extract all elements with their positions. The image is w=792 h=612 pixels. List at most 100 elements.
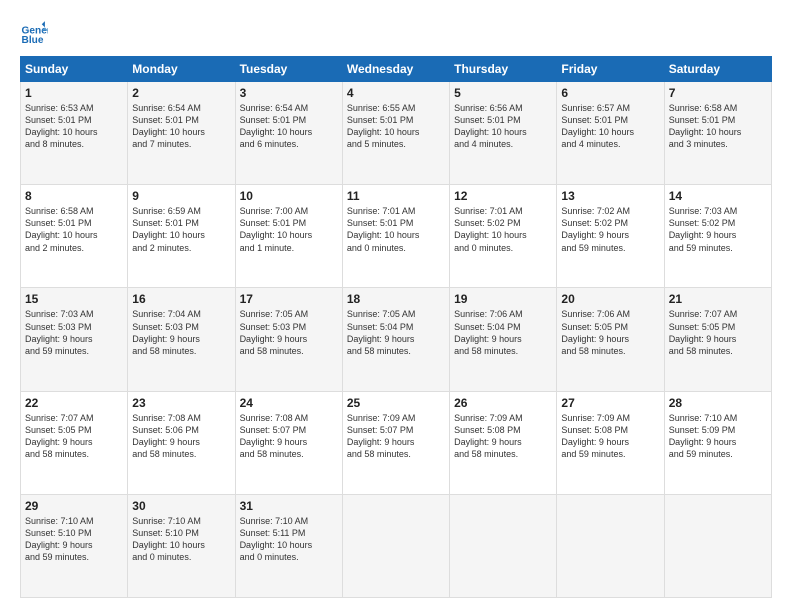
day-info: Sunrise: 6:57 AM Sunset: 5:01 PM Dayligh… [561,102,659,151]
day-number: 22 [25,396,123,410]
calendar-day-cell [557,494,664,597]
calendar-day-cell: 3 Sunrise: 6:54 AM Sunset: 5:01 PM Daylig… [235,82,342,185]
day-number: 19 [454,292,552,306]
svg-text:Blue: Blue [22,35,44,46]
calendar-day-cell: 7 Sunrise: 6:58 AM Sunset: 5:01 PM Daylig… [664,82,771,185]
day-number: 2 [132,86,230,100]
calendar-week-row: 8Sunrise: 6:58 AM Sunset: 5:01 PM Daylig… [21,185,772,288]
day-info: Sunrise: 7:07 AM Sunset: 5:05 PM Dayligh… [669,308,767,357]
logo-icon: General Blue [20,18,48,46]
calendar-day-cell: 30 Sunrise: 7:10 AM Sunset: 5:10 PM Dayli… [128,494,235,597]
day-number: 8 [25,189,123,203]
calendar-day-cell [342,494,449,597]
day-info: Sunrise: 6:53 AM Sunset: 5:01 PM Dayligh… [25,102,123,151]
calendar-week-row: 29 Sunrise: 7:10 AM Sunset: 5:10 PM Dayli… [21,494,772,597]
day-info: Sunrise: 7:09 AM Sunset: 5:08 PM Dayligh… [454,412,552,461]
calendar-day-cell: 24Sunrise: 7:08 AM Sunset: 5:07 PM Dayli… [235,391,342,494]
day-number: 28 [669,396,767,410]
day-number: 9 [132,189,230,203]
calendar-day-cell: 15 Sunrise: 7:03 AM Sunset: 5:03 PM Dayli… [21,288,128,391]
weekday-header: Tuesday [235,57,342,82]
day-number: 10 [240,189,338,203]
day-info: Sunrise: 7:06 AM Sunset: 5:05 PM Dayligh… [561,308,659,357]
calendar-day-cell: 27 Sunrise: 7:09 AM Sunset: 5:08 PM Dayli… [557,391,664,494]
day-info: Sunrise: 6:59 AM Sunset: 5:01 PM Dayligh… [132,205,230,254]
calendar-day-cell: 9 Sunrise: 6:59 AM Sunset: 5:01 PM Daylig… [128,185,235,288]
day-info: Sunrise: 7:06 AM Sunset: 5:04 PM Dayligh… [454,308,552,357]
calendar-day-cell: 20 Sunrise: 7:06 AM Sunset: 5:05 PM Dayli… [557,288,664,391]
calendar-header-row: SundayMondayTuesdayWednesdayThursdayFrid… [21,57,772,82]
calendar-day-cell: 26 Sunrise: 7:09 AM Sunset: 5:08 PM Dayli… [450,391,557,494]
calendar-day-cell: 19 Sunrise: 7:06 AM Sunset: 5:04 PM Dayli… [450,288,557,391]
calendar-day-cell: 22 Sunrise: 7:07 AM Sunset: 5:05 PM Dayli… [21,391,128,494]
day-number: 6 [561,86,659,100]
calendar-day-cell: 25 Sunrise: 7:09 AM Sunset: 5:07 PM Dayli… [342,391,449,494]
calendar-day-cell: 18 Sunrise: 7:05 AM Sunset: 5:04 PM Dayli… [342,288,449,391]
day-info: Sunrise: 7:05 AM Sunset: 5:04 PM Dayligh… [347,308,445,357]
calendar-day-cell: 31Sunrise: 7:10 AM Sunset: 5:11 PM Dayli… [235,494,342,597]
calendar-day-cell: 17 Sunrise: 7:05 AM Sunset: 5:03 PM Dayli… [235,288,342,391]
calendar-day-cell: 4 Sunrise: 6:55 AM Sunset: 5:01 PM Daylig… [342,82,449,185]
calendar-week-row: 22 Sunrise: 7:07 AM Sunset: 5:05 PM Dayli… [21,391,772,494]
calendar-table: SundayMondayTuesdayWednesdayThursdayFrid… [20,56,772,598]
day-number: 23 [132,396,230,410]
calendar-week-row: 1 Sunrise: 6:53 AM Sunset: 5:01 PM Daylig… [21,82,772,185]
calendar-day-cell: 23Sunrise: 7:08 AM Sunset: 5:06 PM Dayli… [128,391,235,494]
page: General Blue SundayMondayTuesdayWednesda… [0,0,792,612]
day-info: Sunrise: 7:01 AM Sunset: 5:02 PM Dayligh… [454,205,552,254]
calendar-day-cell: 29 Sunrise: 7:10 AM Sunset: 5:10 PM Dayli… [21,494,128,597]
day-number: 27 [561,396,659,410]
day-info: Sunrise: 7:10 AM Sunset: 5:09 PM Dayligh… [669,412,767,461]
calendar-day-cell: 6 Sunrise: 6:57 AM Sunset: 5:01 PM Daylig… [557,82,664,185]
day-info: Sunrise: 7:10 AM Sunset: 5:10 PM Dayligh… [25,515,123,564]
day-number: 4 [347,86,445,100]
day-info: Sunrise: 6:54 AM Sunset: 5:01 PM Dayligh… [240,102,338,151]
day-info: Sunrise: 6:54 AM Sunset: 5:01 PM Dayligh… [132,102,230,151]
day-number: 15 [25,292,123,306]
top-section: General Blue [20,18,772,46]
calendar-day-cell: 1 Sunrise: 6:53 AM Sunset: 5:01 PM Daylig… [21,82,128,185]
calendar-day-cell: 13Sunrise: 7:02 AM Sunset: 5:02 PM Dayli… [557,185,664,288]
day-number: 26 [454,396,552,410]
day-number: 7 [669,86,767,100]
day-info: Sunrise: 7:00 AM Sunset: 5:01 PM Dayligh… [240,205,338,254]
day-number: 16 [132,292,230,306]
day-info: Sunrise: 7:09 AM Sunset: 5:08 PM Dayligh… [561,412,659,461]
day-info: Sunrise: 7:05 AM Sunset: 5:03 PM Dayligh… [240,308,338,357]
day-number: 14 [669,189,767,203]
day-info: Sunrise: 7:07 AM Sunset: 5:05 PM Dayligh… [25,412,123,461]
calendar-day-cell: 11 Sunrise: 7:01 AM Sunset: 5:01 PM Dayli… [342,185,449,288]
day-number: 18 [347,292,445,306]
calendar-day-cell: 16 Sunrise: 7:04 AM Sunset: 5:03 PM Dayli… [128,288,235,391]
weekday-header: Wednesday [342,57,449,82]
day-number: 25 [347,396,445,410]
day-number: 13 [561,189,659,203]
calendar-day-cell: 8Sunrise: 6:58 AM Sunset: 5:01 PM Daylig… [21,185,128,288]
calendar-day-cell [664,494,771,597]
day-number: 12 [454,189,552,203]
day-number: 20 [561,292,659,306]
day-info: Sunrise: 7:10 AM Sunset: 5:10 PM Dayligh… [132,515,230,564]
weekday-header: Sunday [21,57,128,82]
calendar-day-cell: 14 Sunrise: 7:03 AM Sunset: 5:02 PM Dayli… [664,185,771,288]
day-info: Sunrise: 7:09 AM Sunset: 5:07 PM Dayligh… [347,412,445,461]
weekday-header: Saturday [664,57,771,82]
day-info: Sunrise: 7:03 AM Sunset: 5:03 PM Dayligh… [25,308,123,357]
day-number: 3 [240,86,338,100]
day-number: 17 [240,292,338,306]
calendar-day-cell: 10 Sunrise: 7:00 AM Sunset: 5:01 PM Dayli… [235,185,342,288]
weekday-header: Monday [128,57,235,82]
day-info: Sunrise: 7:04 AM Sunset: 5:03 PM Dayligh… [132,308,230,357]
day-info: Sunrise: 7:01 AM Sunset: 5:01 PM Dayligh… [347,205,445,254]
day-number: 29 [25,499,123,513]
day-info: Sunrise: 6:55 AM Sunset: 5:01 PM Dayligh… [347,102,445,151]
day-info: Sunrise: 7:03 AM Sunset: 5:02 PM Dayligh… [669,205,767,254]
day-number: 1 [25,86,123,100]
calendar-day-cell: 5Sunrise: 6:56 AM Sunset: 5:01 PM Daylig… [450,82,557,185]
calendar-day-cell: 28 Sunrise: 7:10 AM Sunset: 5:09 PM Dayli… [664,391,771,494]
day-number: 11 [347,189,445,203]
day-number: 31 [240,499,338,513]
day-number: 5 [454,86,552,100]
day-info: Sunrise: 6:58 AM Sunset: 5:01 PM Dayligh… [669,102,767,151]
day-number: 30 [132,499,230,513]
